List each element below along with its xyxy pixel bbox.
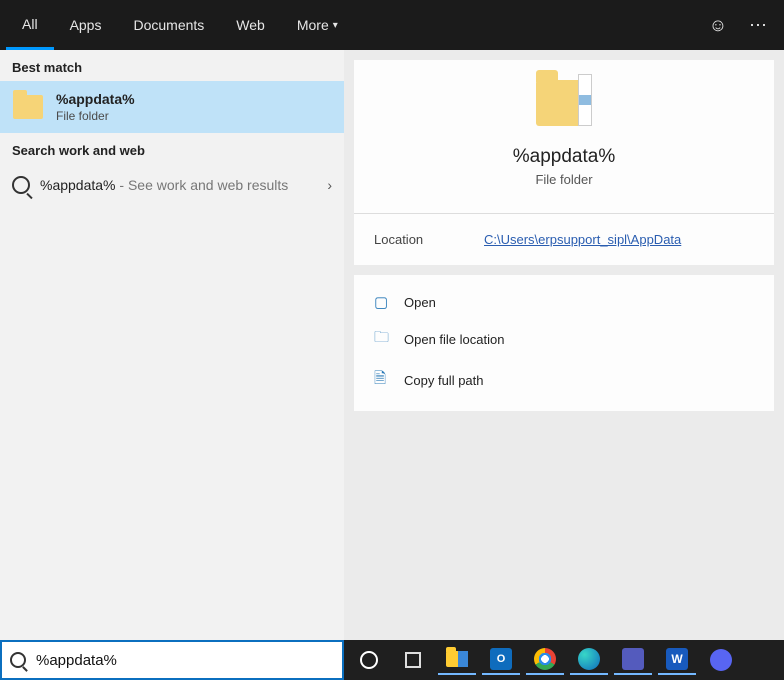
open-icon: ▢ <box>374 293 394 311</box>
outlook-icon[interactable]: O <box>482 645 520 675</box>
detail-title: %appdata% <box>513 146 615 168</box>
location-link[interactable]: C:\Users\erpsupport_sipl\AppData <box>484 232 681 247</box>
teams-icon[interactable] <box>614 645 652 675</box>
result-title: %appdata% <box>56 91 135 107</box>
tab-apps[interactable]: Apps <box>54 0 118 50</box>
edge-icon[interactable] <box>570 645 608 675</box>
tab-documents[interactable]: Documents <box>117 0 220 50</box>
detail-panel: %appdata% File folder Location C:\Users\… <box>344 50 784 640</box>
section-best-match: Best match <box>0 50 344 81</box>
action-copy-path[interactable]: 🗎Copy full path <box>354 360 774 401</box>
result-subtitle: File folder <box>56 109 135 123</box>
more-options-icon[interactable]: ⋯ <box>738 15 778 36</box>
search-bar[interactable] <box>0 640 344 680</box>
folder-icon <box>12 91 44 123</box>
discord-icon[interactable] <box>702 645 740 675</box>
chrome-icon[interactable] <box>526 645 564 675</box>
chevron-down-icon: ▾ <box>333 20 338 31</box>
tab-all[interactable]: All <box>6 0 54 50</box>
search-icon <box>10 652 26 668</box>
web-result-text: %appdata% - See work and web results <box>40 177 327 193</box>
search-input[interactable] <box>36 652 334 669</box>
action-open[interactable]: ▢Open <box>354 285 774 319</box>
detail-subtitle: File folder <box>535 172 592 187</box>
feedback-icon[interactable]: ☺ <box>698 15 738 36</box>
action-open-location[interactable]: 🗀Open file location <box>354 319 774 360</box>
chevron-right-icon: › <box>327 177 332 193</box>
tab-web[interactable]: Web <box>220 0 281 50</box>
task-view-icon[interactable] <box>394 645 432 675</box>
cortana-icon[interactable] <box>350 645 388 675</box>
search-icon <box>12 176 30 194</box>
copy-icon: 🗎 <box>374 368 394 393</box>
best-match-result[interactable]: %appdata% File folder <box>0 81 344 133</box>
web-result-row[interactable]: %appdata% - See work and web results › <box>0 164 344 206</box>
folder-icon <box>536 80 592 126</box>
file-explorer-icon[interactable] <box>438 645 476 675</box>
taskbar: O W <box>344 640 784 680</box>
word-icon[interactable]: W <box>658 645 696 675</box>
folder-open-icon: 🗀 <box>374 327 394 352</box>
location-label: Location <box>374 232 484 247</box>
results-panel: Best match %appdata% File folder Search … <box>0 50 344 640</box>
search-filter-tabs: All Apps Documents Web More▾ ☺ ⋯ <box>0 0 784 50</box>
section-search-web: Search work and web <box>0 133 344 164</box>
tab-more[interactable]: More▾ <box>281 0 354 50</box>
